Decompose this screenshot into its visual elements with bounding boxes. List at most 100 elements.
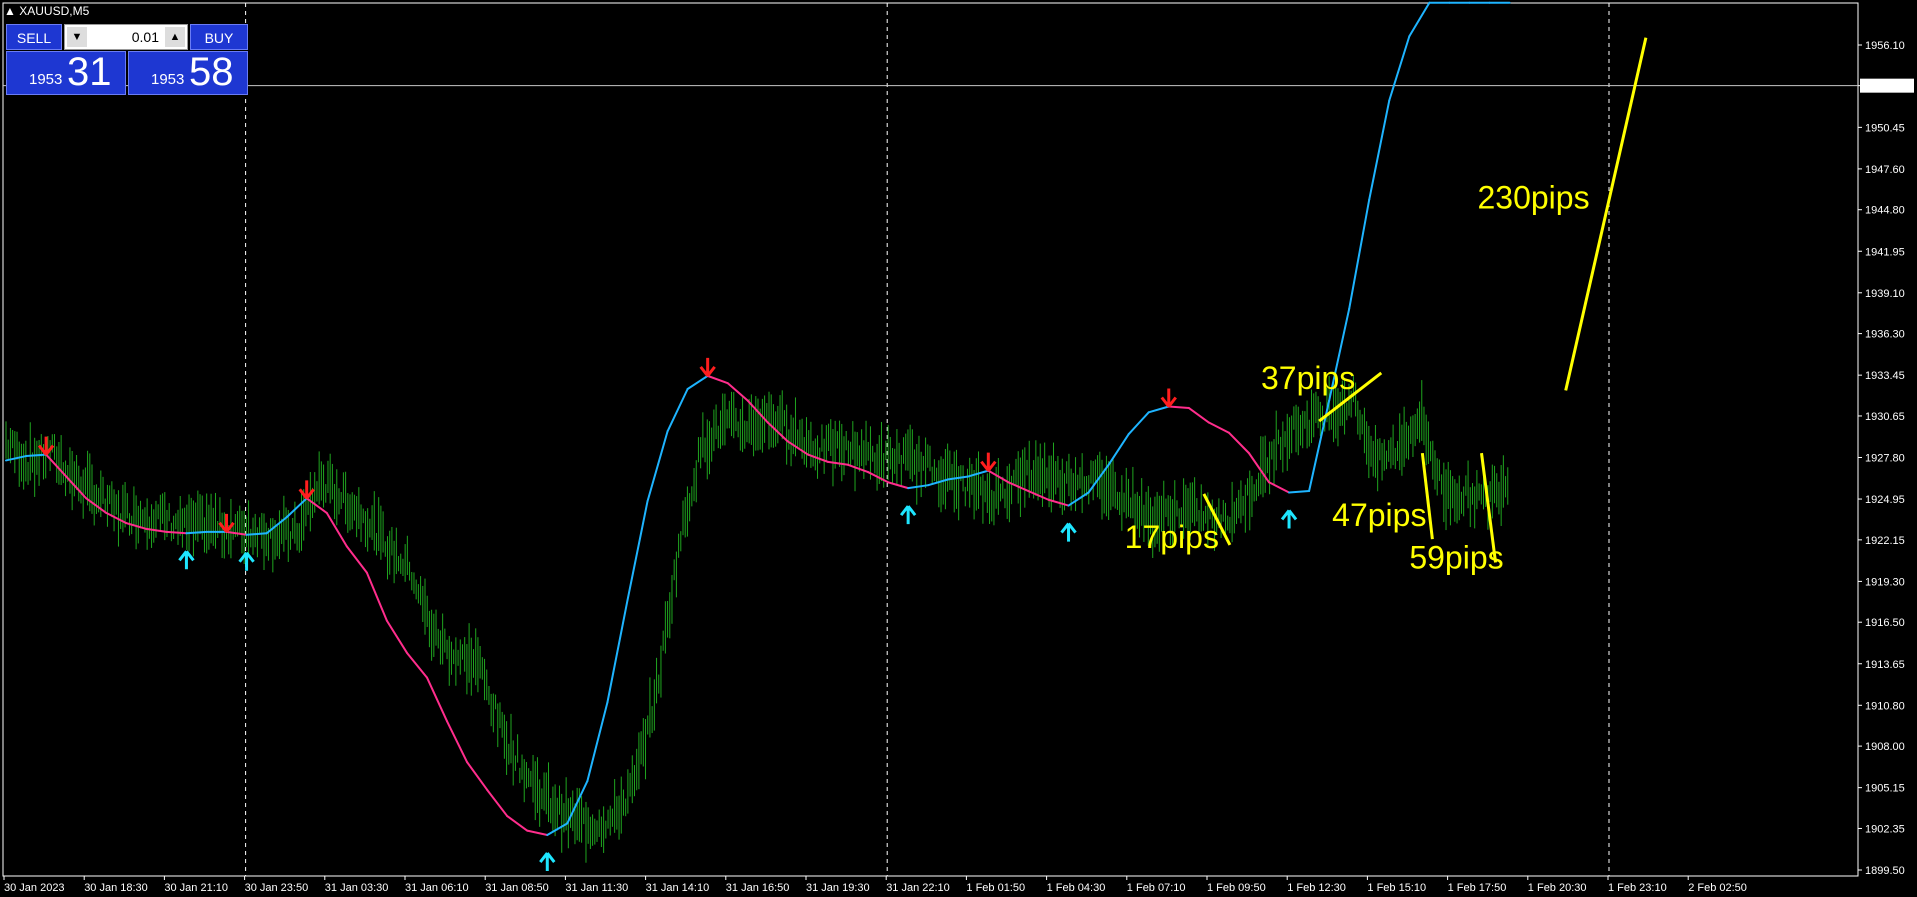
sell-price-big: 31 (67, 50, 112, 94)
lot-size-field[interactable]: ▼ 0.01 ▲ (64, 24, 188, 50)
ma-segment (726, 382, 749, 402)
lot-size-value[interactable]: 0.01 (132, 25, 159, 49)
x-tick-label: 1 Feb 12:30 (1287, 882, 1346, 894)
buy-arrow-icon (1060, 522, 1077, 542)
ma-segment (626, 500, 649, 602)
x-tick-label: 1 Feb 09:50 (1207, 882, 1266, 894)
ma-segment (446, 720, 469, 764)
ma-segment (1147, 405, 1170, 414)
x-tick-label: 1 Feb 23:10 (1608, 882, 1667, 894)
x-tick-label: 30 Jan 18:30 (84, 882, 148, 894)
ma-segment (847, 463, 870, 474)
x-tick-label: 30 Jan 2023 (4, 882, 65, 894)
x-tick-label: 2 Feb 02:50 (1688, 882, 1747, 894)
x-tick-label: 30 Jan 23:50 (245, 882, 309, 894)
x-tick-label: 31 Jan 14:10 (646, 882, 710, 894)
ma-segment (1207, 421, 1230, 434)
ma-segment (5, 455, 28, 462)
x-tick-label: 30 Jan 21:10 (164, 882, 228, 894)
buy-arrow-icon (178, 550, 195, 570)
sell-arrow-icon (1160, 388, 1177, 408)
ma-segment (225, 530, 248, 536)
ma-segment (1107, 433, 1130, 466)
pip-annotation: 47pips (1332, 497, 1426, 533)
sell-price-box[interactable]: 1953 31 (6, 50, 126, 95)
x-tick-label: 1 Feb 04:30 (1047, 882, 1106, 894)
collapse-triangle-icon[interactable]: ▲ (4, 4, 16, 18)
y-tick-label: 1913.65 (1865, 659, 1905, 671)
x-axis: 30 Jan 2023 30 Jan 18:30 30 Jan 21:10 30 Ja… (3, 876, 1747, 894)
ma-segment (1087, 463, 1110, 494)
ma-segment (1227, 431, 1250, 455)
ma-segment (405, 651, 428, 679)
ma-segment (666, 387, 689, 433)
chart-frame (2, 2, 1859, 877)
ma-segment (1388, 35, 1411, 102)
ma-segment (506, 815, 529, 832)
x-tick-label: 31 Jan 11:30 (565, 882, 628, 894)
ma-segment (826, 460, 849, 466)
buy-button[interactable]: BUY (190, 24, 248, 50)
x-tick-label: 1 Feb 01:50 (966, 882, 1025, 894)
ma-segment (1187, 406, 1210, 424)
x-tick-label: 1 Feb 07:10 (1127, 882, 1186, 894)
y-tick-label: 1930.65 (1865, 411, 1905, 423)
ma-segment (1408, 1, 1431, 38)
ma-segment (1288, 490, 1311, 494)
y-tick-label: 1947.60 (1865, 164, 1905, 176)
y-tick-label: 1941.95 (1865, 246, 1905, 258)
buy-arrow-icon (238, 551, 255, 571)
ma-segment (706, 374, 729, 385)
x-tick-label: 31 Jan 03:30 (325, 882, 389, 894)
lot-decrease-icon[interactable]: ▼ (67, 27, 87, 47)
y-tick-label: 1908.00 (1865, 741, 1905, 753)
x-tick-label: 1 Feb 15:10 (1367, 882, 1426, 894)
x-tick-label: 1 Feb 20:30 (1528, 882, 1587, 894)
ma-segment (646, 430, 669, 503)
buy-price-box[interactable]: 1953 58 (128, 50, 248, 95)
buy-arrow-icon (899, 505, 917, 525)
ma-segment (586, 701, 609, 783)
price-chart[interactable]: 230pips37pips17pips47pips59pips 1956.101… (0, 0, 1917, 897)
y-tick-label: 1944.80 (1865, 205, 1905, 217)
ma-segment (1167, 405, 1190, 409)
pip-annotation: 59pips (1409, 539, 1503, 575)
ma-segment (1348, 198, 1371, 310)
ma-segment (526, 829, 549, 837)
buy-price-big: 58 (189, 50, 234, 94)
x-tick-label: 31 Jan 06:10 (405, 882, 469, 894)
ma-segment (1368, 99, 1391, 201)
x-tick-label: 1 Feb 17:50 (1448, 882, 1507, 894)
x-tick-label: 31 Jan 08:50 (485, 882, 549, 894)
y-tick-label: 1902.35 (1865, 823, 1905, 835)
sell-price-small: 1953 (29, 71, 63, 88)
y-tick-label: 1919.30 (1865, 576, 1905, 588)
x-tick-label: 31 Jan 19:30 (806, 882, 870, 894)
y-tick-label: 1922.15 (1865, 535, 1905, 547)
one-click-trading-panel: SELL ▼ 0.01 ▲ BUY 1953 31 1953 58 (6, 24, 248, 96)
ma-segment (466, 761, 489, 791)
ma-segment (165, 530, 188, 535)
ma-segment (686, 374, 709, 390)
y-tick-label: 1916.50 (1865, 617, 1905, 629)
lot-increase-icon[interactable]: ▲ (165, 27, 185, 47)
ma-segment (867, 471, 890, 484)
buy-arrow-icon (539, 852, 556, 872)
buy-price-small: 1953 (151, 71, 185, 88)
sell-button[interactable]: SELL (6, 24, 62, 50)
y-axis: 1956.10 1953.31 1950.45 1947.60 1944.80 1941.… (1858, 40, 1914, 877)
y-tick-label: 1905.15 (1865, 783, 1905, 795)
symbol-title: XAUUSD,M5 (19, 4, 90, 18)
y-tick-label: 1933.45 (1865, 370, 1905, 382)
chart-title: ▲ XAUUSD,M5 (4, 4, 89, 18)
sell-arrow-icon (980, 452, 997, 472)
pip-annotation: 37pips (1261, 360, 1355, 396)
y-tick-label: 1953.31 (1865, 81, 1905, 93)
ma-segment (606, 599, 629, 704)
x-tick-label: 31 Jan 16:50 (726, 882, 790, 894)
pip-annotation: 17pips (1125, 519, 1219, 555)
ma-segment (486, 788, 509, 818)
ma-segment (426, 676, 449, 723)
ma-segment (365, 571, 388, 622)
y-tick-label: 1956.10 (1865, 40, 1905, 52)
